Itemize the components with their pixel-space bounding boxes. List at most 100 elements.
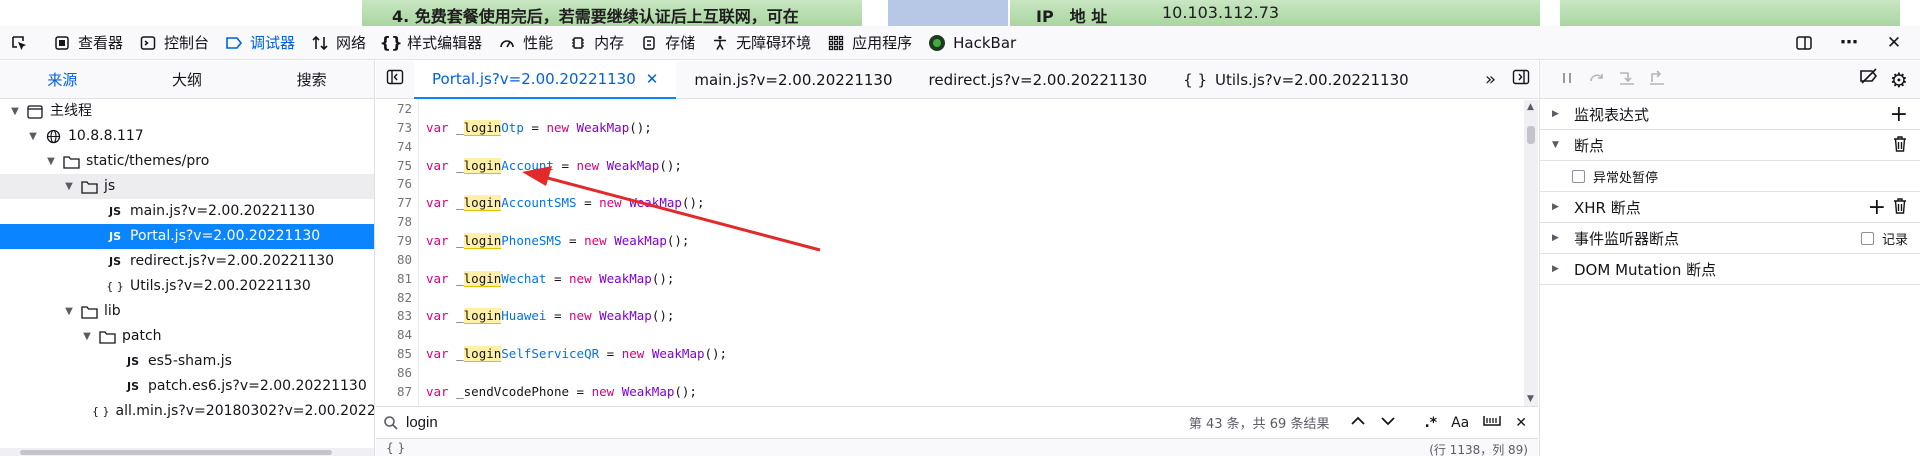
tree-item[interactable]: JS redirect.js?v=2.00.20221130 <box>0 249 374 274</box>
step-out-button[interactable] <box>1642 69 1672 90</box>
tab-network[interactable]: 网络 <box>303 26 374 60</box>
line-number[interactable]: 80 <box>376 251 412 269</box>
tab-hackbar[interactable]: HackBar <box>920 26 1024 60</box>
close-devtools-button[interactable]: ✕ <box>1875 26 1920 60</box>
section-dom-mutation-breakpoints[interactable]: ▶ DOM Mutation 断点 <box>1540 254 1920 285</box>
more-options-button[interactable]: ⋯ <box>1830 26 1875 60</box>
tree-item[interactable]: ▼ js <box>0 174 374 199</box>
close-search-button[interactable]: ✕ <box>1508 415 1534 431</box>
pause-button[interactable] <box>1552 71 1582 89</box>
line-number[interactable]: 73 <box>376 119 412 137</box>
editor-tab-portal[interactable]: Portal.js?v=2.00.20221130 ✕ <box>414 60 677 99</box>
line-number[interactable]: 78 <box>376 213 412 231</box>
whole-word-button[interactable] <box>1476 414 1508 432</box>
dock-toggle-button[interactable] <box>1785 26 1830 60</box>
case-sensitive-button[interactable]: Aa <box>1444 415 1476 431</box>
debugger-settings-button[interactable]: ⚙ <box>1884 68 1914 92</box>
scroll-up-icon[interactable]: ▲ <box>1527 102 1534 112</box>
code-line[interactable]: 76 <box>376 175 1524 193</box>
code-line[interactable]: 79 var _loginPhoneSMS = new WeakMap(); <box>376 232 1524 250</box>
section-breakpoints[interactable]: ▼ 断点 <box>1540 130 1920 161</box>
tab-debugger[interactable]: 调试器 <box>217 26 303 60</box>
trash-icon[interactable] <box>1892 135 1908 157</box>
add-icon[interactable]: + <box>1890 102 1908 127</box>
trash-icon[interactable] <box>1892 197 1908 219</box>
line-number[interactable]: 72 <box>376 100 412 118</box>
code-line[interactable]: 72 <box>376 100 1524 118</box>
tree-item[interactable]: JS Portal.js?v=2.00.20221130 <box>0 224 374 249</box>
code-line[interactable]: 75 var _loginAccount = new WeakMap(); <box>376 157 1524 175</box>
editor-tab-utils[interactable]: { } Utils.js?v=2.00.20221130 <box>1165 61 1427 99</box>
sidebar-horizontal-scrollbar[interactable] <box>0 448 374 456</box>
line-number[interactable]: 81 <box>376 270 412 288</box>
line-number[interactable]: 79 <box>376 232 412 250</box>
line-number[interactable]: 82 <box>376 289 412 307</box>
tree-item[interactable]: ▼ lib <box>0 299 374 324</box>
tab-performance[interactable]: 性能 <box>490 26 561 60</box>
toggle-sources-button[interactable] <box>376 61 414 99</box>
editor-tab-main[interactable]: main.js?v=2.00.20221130 <box>676 61 910 99</box>
section-event-listener-breakpoints[interactable]: ▶ 事件监听器断点 记录 <box>1540 223 1920 254</box>
line-number[interactable]: 83 <box>376 307 412 325</box>
code-line[interactable]: 74 <box>376 138 1524 156</box>
sidebar-tab-outline[interactable]: 大纲 <box>125 61 250 98</box>
tree-item[interactable]: { } all.min.js?v=20180302?v=2.00.20221130 <box>0 399 374 424</box>
code-line[interactable]: 81 var _loginWechat = new WeakMap(); <box>376 270 1524 288</box>
chevron-down-icon[interactable]: ▼ <box>62 174 76 199</box>
line-number[interactable]: 84 <box>376 326 412 344</box>
tree-item[interactable]: ▼ static/themes/pro <box>0 149 374 174</box>
line-number[interactable]: 77 <box>376 194 412 212</box>
step-in-button[interactable] <box>1612 70 1642 90</box>
tree-item[interactable]: JS es5-sham.js <box>0 349 374 374</box>
step-over-button[interactable] <box>1582 71 1612 89</box>
previous-result-button[interactable] <box>1343 415 1373 431</box>
tab-application[interactable]: 应用程序 <box>819 26 920 60</box>
tab-accessibility[interactable]: 无障碍环境 <box>703 26 819 60</box>
pretty-print-button[interactable]: { } <box>386 441 405 455</box>
scroll-down-icon[interactable]: ▼ <box>1527 394 1534 404</box>
element-picker-button[interactable] <box>0 26 45 60</box>
tab-style-editor[interactable]: {} 样式编辑器 <box>374 26 490 60</box>
line-number[interactable]: 76 <box>376 175 412 193</box>
code-line[interactable]: 80 <box>376 251 1524 269</box>
code-line[interactable]: 77 var _loginAccountSMS = new WeakMap(); <box>376 194 1524 212</box>
code-line[interactable]: 87 var _sendVcodePhone = new WeakMap(); <box>376 383 1524 401</box>
scrollbar-thumb[interactable] <box>20 450 332 455</box>
regex-toggle-button[interactable]: .* <box>1417 415 1444 431</box>
line-number[interactable]: 86 <box>376 364 412 382</box>
code-line[interactable]: 82 <box>376 289 1524 307</box>
toggle-debug-panel-button[interactable] <box>1504 61 1538 99</box>
tab-inspector[interactable]: 查看器 <box>45 26 131 60</box>
scrollbar-thumb[interactable] <box>1527 126 1535 144</box>
log-events-checkbox[interactable] <box>1860 232 1874 245</box>
search-input[interactable] <box>406 407 1189 438</box>
line-number[interactable]: 87 <box>376 383 412 401</box>
editor-vertical-scrollbar[interactable]: ▲ ▼ <box>1524 100 1538 406</box>
code-line[interactable]: 84 <box>376 326 1524 344</box>
close-tab-icon[interactable]: ✕ <box>646 60 659 98</box>
tab-storage[interactable]: 存储 <box>632 26 703 60</box>
code-line[interactable]: 83 var _loginHuawei = new WeakMap(); <box>376 307 1524 325</box>
line-number[interactable]: 85 <box>376 345 412 363</box>
tree-item[interactable]: { } Utils.js?v=2.00.20221130 <box>0 274 374 299</box>
next-result-button[interactable] <box>1373 415 1403 431</box>
chevron-down-icon[interactable]: ▼ <box>62 299 76 324</box>
editor-tab-redirect[interactable]: redirect.js?v=2.00.20221130 <box>911 61 1166 99</box>
add-icon[interactable]: + <box>1868 195 1886 220</box>
chevron-down-icon[interactable]: ▼ <box>26 124 40 149</box>
tree-item[interactable]: JS main.js?v=2.00.20221130 <box>0 199 374 224</box>
code-editor[interactable]: 72 73 var _loginOtp = new WeakMap(); 74 75 va… <box>376 100 1524 406</box>
tab-memory[interactable]: 内存 <box>561 26 632 60</box>
sidebar-tab-sources[interactable]: 来源 <box>0 61 125 98</box>
code-line[interactable]: 85 var _loginSelfServiceQR = new WeakMap(… <box>376 345 1524 363</box>
code-line[interactable]: 78 <box>376 213 1524 231</box>
deactivate-breakpoints-button[interactable] <box>1854 67 1884 92</box>
code-line[interactable]: 86 <box>376 364 1524 382</box>
line-number[interactable]: 74 <box>376 138 412 156</box>
line-number[interactable]: 75 <box>376 157 412 175</box>
more-tabs-button[interactable]: » <box>1477 61 1504 99</box>
sidebar-tab-search[interactable]: 搜索 <box>249 61 374 98</box>
tree-item[interactable]: ▼ patch <box>0 324 374 349</box>
tab-console[interactable]: 控制台 <box>131 26 217 60</box>
tree-item[interactable]: ▼ 主线程 <box>0 99 374 124</box>
